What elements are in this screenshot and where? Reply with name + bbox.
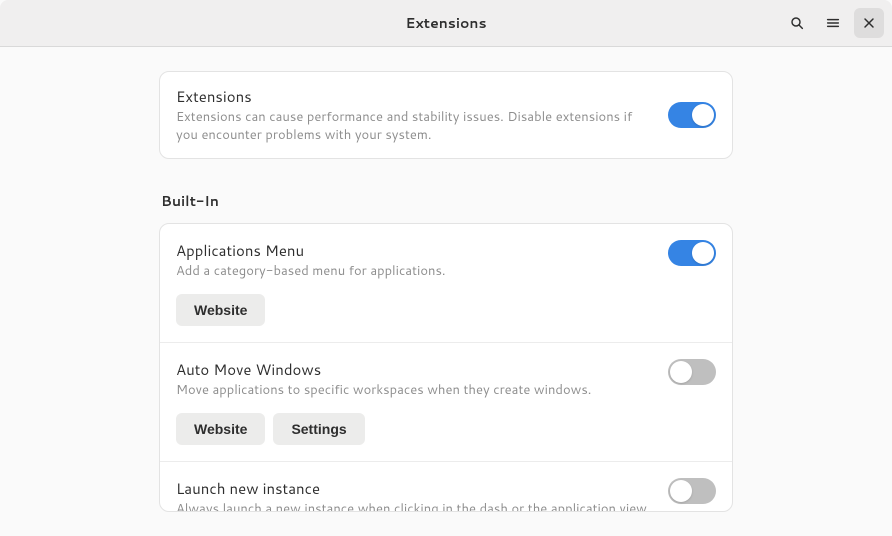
extension-toggle[interactable] [668, 240, 716, 266]
row-info: Auto Move Windows Move applications to s… [176, 359, 656, 399]
settings-button[interactable]: Settings [273, 413, 364, 445]
extension-description: Move applications to specific workspaces… [176, 382, 656, 399]
toggle-slider [692, 242, 714, 264]
row-header: Applications Menu Add a category-based m… [176, 240, 716, 280]
row-info: Applications Menu Add a category-based m… [176, 240, 656, 280]
extension-name: Auto Move Windows [176, 359, 656, 380]
extension-name: Applications Menu [176, 240, 656, 261]
extension-toggle[interactable] [668, 359, 716, 385]
row-info: Launch new instance Always launch a new … [176, 478, 656, 512]
builtin-extensions-list: Applications Menu Add a category-based m… [159, 223, 733, 512]
headerbar: Extensions [0, 0, 892, 47]
global-card-title: Extensions [176, 86, 656, 107]
content-area: Extensions Extensions can cause performa… [0, 47, 892, 536]
toggle-slider [692, 104, 714, 126]
extension-name: Launch new instance [176, 478, 656, 499]
global-extensions-toggle[interactable] [668, 102, 716, 128]
window-title: Extensions [405, 13, 486, 33]
search-icon [789, 15, 805, 31]
extension-row-auto-move-windows: Auto Move Windows Move applications to s… [160, 343, 732, 462]
toggle-slider [670, 480, 692, 502]
extension-description: Add a category-based menu for applicatio… [176, 263, 656, 280]
global-card-text: Extensions Extensions can cause performa… [176, 86, 656, 144]
row-header: Auto Move Windows Move applications to s… [176, 359, 716, 399]
row-header: Launch new instance Always launch a new … [176, 478, 716, 512]
extension-row-launch-new-instance: Launch new instance Always launch a new … [160, 462, 732, 512]
menu-button[interactable] [818, 8, 848, 38]
section-label-builtin: Built-In [159, 191, 733, 211]
close-icon [861, 15, 877, 31]
close-button[interactable] [854, 8, 884, 38]
extension-description: Always launch a new instance when clicki… [176, 501, 656, 512]
website-button[interactable]: Website [176, 294, 265, 326]
global-extensions-card: Extensions Extensions can cause performa… [159, 71, 733, 159]
website-button[interactable]: Website [176, 413, 265, 445]
toggle-slider [670, 361, 692, 383]
hamburger-icon [825, 15, 841, 31]
row-actions: Website [176, 294, 716, 326]
extension-toggle[interactable] [668, 478, 716, 504]
row-actions: Website Settings [176, 413, 716, 445]
extension-row-applications-menu: Applications Menu Add a category-based m… [160, 224, 732, 343]
headerbar-actions [782, 8, 884, 38]
global-card-description: Extensions can cause performance and sta… [176, 109, 656, 144]
search-button[interactable] [782, 8, 812, 38]
